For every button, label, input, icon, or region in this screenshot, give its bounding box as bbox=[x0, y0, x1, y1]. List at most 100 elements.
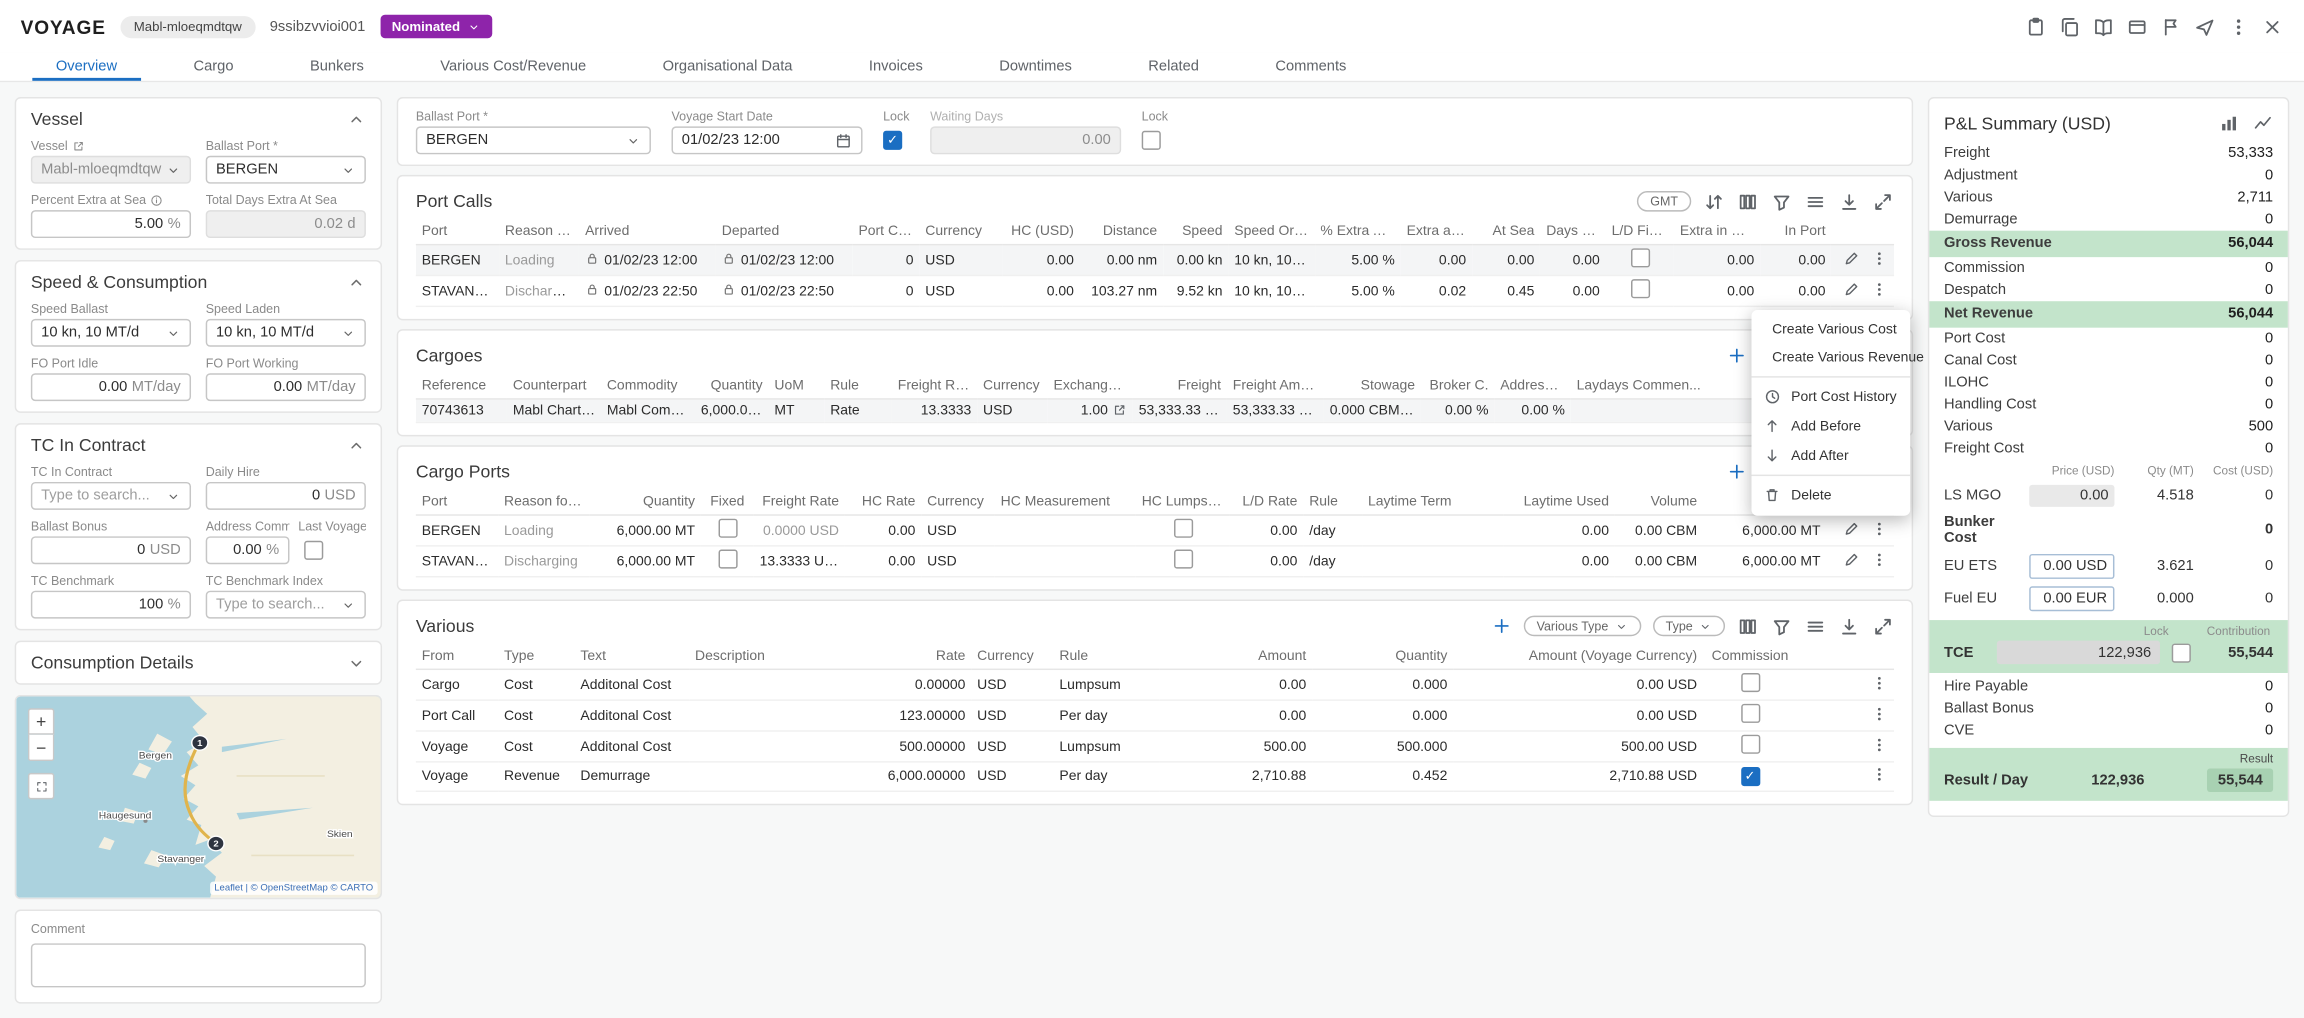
column-header-currency[interactable]: Currency bbox=[971, 644, 1053, 670]
row-menu-icon[interactable] bbox=[1871, 249, 1889, 267]
column-header-commodity[interactable]: Commodity bbox=[601, 373, 695, 399]
column-header-speed[interactable]: Speed bbox=[1163, 219, 1228, 245]
row-menu-icon[interactable] bbox=[1871, 705, 1889, 723]
cell[interactable]: Mabl Commo... bbox=[601, 399, 695, 423]
row-menu-icon[interactable] bbox=[1871, 766, 1889, 784]
column-header-description[interactable]: Description bbox=[689, 644, 842, 670]
cell[interactable]: 13.3333 USD bbox=[754, 546, 845, 577]
more-vert-icon[interactable] bbox=[2228, 15, 2250, 37]
ballast-bonus-input[interactable]: 0 USD bbox=[31, 536, 191, 564]
row-menu-icon[interactable] bbox=[1871, 519, 1889, 537]
copy-icon[interactable] bbox=[2059, 15, 2081, 37]
voyage-start-date-input[interactable]: 01/02/23 12:00 bbox=[672, 126, 863, 154]
cell[interactable]: /day bbox=[1303, 515, 1362, 546]
tab-bunkers[interactable]: Bunkers bbox=[272, 53, 402, 81]
cell[interactable]: 0.02 bbox=[1401, 276, 1472, 307]
cell[interactable]: 01/02/23 22:50 bbox=[716, 276, 853, 307]
cell[interactable]: 53,333.33 USD bbox=[1227, 399, 1324, 423]
cell[interactable]: 0 bbox=[853, 276, 920, 307]
bar-chart-icon[interactable] bbox=[2219, 113, 2240, 134]
table-row[interactable]: BERGENLoading01/02/23 12:0001/02/23 12:0… bbox=[416, 245, 1894, 276]
cell[interactable]: 500.00000 bbox=[842, 731, 971, 762]
column-header-hc-usd[interactable]: HC (USD) bbox=[1003, 219, 1080, 245]
cell[interactable]: USD bbox=[971, 731, 1053, 762]
info-icon[interactable] bbox=[151, 193, 164, 206]
column-header-freight-amoun[interactable]: Freight Amoun... bbox=[1227, 373, 1324, 399]
column-header-currency[interactable]: Currency bbox=[977, 373, 1048, 399]
column-header-l-d-fixed[interactable]: L/D Fixed bbox=[1606, 219, 1674, 245]
cell[interactable]: 500.000 bbox=[1312, 731, 1453, 762]
zoom-in-button[interactable]: + bbox=[28, 708, 54, 734]
cell[interactable]: 2,710.88 USD bbox=[1453, 762, 1703, 791]
column-header-type[interactable]: Type bbox=[498, 644, 574, 670]
table-row[interactable]: BERGENLoading6,000.00 MT0.0000 USD0.00US… bbox=[416, 515, 1894, 546]
cell[interactable]: 6,000.000 bbox=[695, 399, 768, 423]
cell[interactable] bbox=[995, 546, 1136, 577]
cell[interactable]: USD bbox=[919, 276, 1002, 307]
column-header-actions[interactable] bbox=[1831, 219, 1894, 245]
checkbox[interactable] bbox=[1173, 519, 1192, 538]
external-link-icon[interactable] bbox=[72, 139, 85, 152]
cell[interactable] bbox=[1831, 245, 1894, 276]
various-type-filter-chip[interactable]: Various Type bbox=[1523, 616, 1640, 637]
row-menu-icon[interactable] bbox=[1871, 550, 1889, 568]
cell[interactable]: 0.00 bbox=[1159, 669, 1312, 700]
column-header-quantity[interactable]: Quantity bbox=[695, 373, 768, 399]
cell[interactable] bbox=[689, 700, 842, 731]
menu-item-create-various-revenue[interactable]: Create Various Revenue bbox=[1752, 344, 1911, 372]
card-icon[interactable] bbox=[2126, 15, 2148, 37]
column-header-at-sea[interactable]: At Sea bbox=[1472, 219, 1540, 245]
tc-in-contract-select[interactable]: Type to search... bbox=[31, 482, 191, 510]
send-icon[interactable] bbox=[2194, 15, 2216, 37]
tab-comments[interactable]: Comments bbox=[1237, 53, 1384, 81]
cell[interactable]: Additonal Cost bbox=[575, 731, 690, 762]
cell[interactable]: 6,000.00 MT bbox=[1703, 515, 1826, 546]
cell[interactable]: 0.00 bbox=[1760, 245, 1831, 276]
row-menu-icon[interactable] bbox=[1871, 674, 1889, 692]
cell[interactable] bbox=[689, 762, 842, 791]
table-row[interactable]: STAVANGERDischarging01/02/23 22:5001/02/… bbox=[416, 276, 1894, 307]
cell[interactable]: 0.000 bbox=[1312, 669, 1453, 700]
column-header-hc-measurement[interactable]: HC Measurement bbox=[995, 489, 1136, 515]
table-row[interactable]: CargoCostAdditonal Cost0.00000USDLumpsum… bbox=[416, 669, 1894, 700]
row-menu-icon[interactable] bbox=[1871, 280, 1889, 298]
cell[interactable]: 0.000 CBM/MT bbox=[1324, 399, 1421, 423]
fo-port-working-input[interactable]: 0.00 MT/day bbox=[206, 373, 366, 401]
daily-hire-input[interactable]: 0 USD bbox=[206, 482, 366, 510]
speed-laden-select[interactable]: 10 kn, 10 MT/d bbox=[206, 319, 366, 347]
column-header-quantity[interactable]: Quantity bbox=[589, 489, 701, 515]
ballast-port-select[interactable]: BERGEN bbox=[416, 126, 651, 154]
vessel-chip[interactable]: Mabl-mloeqmdtqw bbox=[121, 15, 255, 37]
edit-icon[interactable] bbox=[1843, 249, 1861, 267]
tab-downtimes[interactable]: Downtimes bbox=[961, 53, 1110, 81]
cell[interactable]: 0 bbox=[853, 245, 920, 276]
start-date-lock-checkbox[interactable] bbox=[883, 131, 902, 150]
column-header-amount[interactable]: Amount bbox=[1159, 644, 1312, 670]
type-filter-chip[interactable]: Type bbox=[1652, 616, 1725, 637]
checkbox[interactable] bbox=[1740, 767, 1759, 786]
tab-organisational-data[interactable]: Organisational Data bbox=[624, 53, 830, 81]
cell[interactable] bbox=[689, 731, 842, 762]
percent-extra-input[interactable]: 5.00 % bbox=[31, 210, 191, 238]
download-icon[interactable] bbox=[1838, 190, 1860, 212]
cell[interactable]: STAVANGER bbox=[416, 546, 498, 577]
cell[interactable]: STAVANGER bbox=[416, 276, 499, 307]
cell[interactable]: Lumpsum bbox=[1054, 669, 1160, 700]
cell[interactable]: Port Call bbox=[416, 700, 498, 731]
line-chart-icon[interactable] bbox=[2253, 113, 2274, 134]
edit-icon[interactable] bbox=[1843, 550, 1861, 568]
column-header-hc-lumpsum[interactable]: HC Lumpsum bbox=[1136, 489, 1230, 515]
cell[interactable]: 0.00 bbox=[1472, 245, 1540, 276]
cell[interactable]: 0.00 bbox=[845, 546, 921, 577]
chevron-down-icon[interactable] bbox=[347, 653, 366, 672]
column-header-quantity[interactable]: Quantity bbox=[1312, 644, 1453, 670]
cell[interactable] bbox=[1136, 515, 1230, 546]
column-header-extra-in-port[interactable]: Extra in Port bbox=[1674, 219, 1760, 245]
checkbox[interactable] bbox=[1173, 550, 1192, 569]
add-cargo-button[interactable] bbox=[1727, 345, 1748, 366]
tce-lock-checkbox[interactable] bbox=[2172, 643, 2191, 662]
speed-ballast-select[interactable]: 10 kn, 10 MT/d bbox=[31, 319, 191, 347]
filter-icon[interactable] bbox=[1771, 615, 1793, 637]
cell[interactable]: 0.00 bbox=[1230, 515, 1303, 546]
route-map[interactable]: Bergen Haugesund Stavanger Skien 1 2 + − bbox=[15, 695, 382, 899]
